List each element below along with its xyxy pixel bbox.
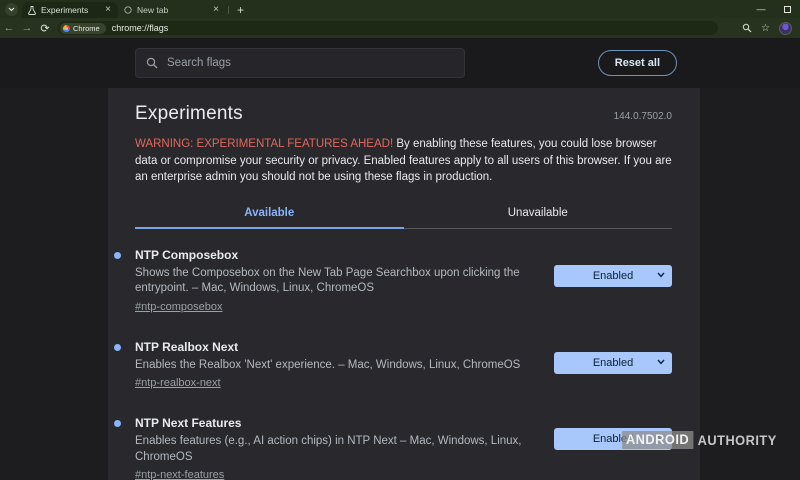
flag-name: NTP Composebox — [135, 248, 545, 262]
chevron-down-icon — [657, 359, 665, 365]
warning-highlight: WARNING: EXPERIMENTAL FEATURES AHEAD! — [135, 138, 393, 150]
tab-experiments[interactable]: Experiments × — [22, 2, 118, 18]
tab-strip: Experiments × New tab × + — — [0, 0, 800, 18]
watermark-android: ANDROID — [622, 431, 693, 449]
tab-title: New tab — [137, 5, 212, 15]
flag-text: NTP Composebox Shows the Composebox on t… — [135, 248, 545, 315]
flag-description: Shows the Composebox on the New Tab Page… — [135, 266, 545, 297]
flag-description: Enables features (e.g., AI action chips)… — [135, 434, 545, 465]
flag-permalink[interactable]: #ntp-composebox — [135, 301, 222, 313]
availability-tabs: Available Unavailable — [135, 200, 672, 229]
chevron-down-icon — [657, 272, 665, 278]
window-controls: — — [748, 0, 800, 18]
title-row: Experiments 144.0.7502.0 — [135, 103, 672, 125]
tab-title: Experiments — [41, 5, 104, 15]
warning-text: WARNING: EXPERIMENTAL FEATURES AHEAD! By… — [135, 136, 672, 186]
flag-description: Enables the Realbox 'Next' experience. –… — [135, 358, 545, 374]
lens-search-icon[interactable] — [742, 23, 752, 33]
forward-icon[interactable]: → — [18, 22, 36, 34]
flags-search-header: Reset all — [0, 38, 800, 88]
minimize-button[interactable]: — — [748, 0, 774, 18]
address-bar[interactable]: Chrome chrome://flags — [58, 21, 718, 35]
chevron-down-icon — [8, 7, 15, 12]
tab-available[interactable]: Available — [135, 200, 404, 229]
flag-bullet-icon — [114, 344, 121, 351]
flag-text: NTP Realbox Next Enables the Realbox 'Ne… — [135, 340, 545, 392]
flag-row-ntp-next-features: NTP Next Features Enables features (e.g.… — [135, 416, 672, 480]
browser-toolbar: ← → ⟳ Chrome chrome://flags ☆ — [0, 18, 800, 38]
watermark-authority: AUTHORITY — [698, 433, 777, 448]
tab-divider — [228, 6, 229, 14]
back-icon[interactable]: ← — [0, 22, 18, 34]
version-label: 144.0.7502.0 — [614, 111, 672, 122]
maximize-button[interactable] — [774, 0, 800, 18]
android-authority-watermark: ANDROID AUTHORITY — [622, 431, 777, 449]
browser-window: Experiments × New tab × + — ← → ⟳ Chr — [0, 0, 800, 480]
globe-icon — [124, 6, 132, 14]
search-icon — [146, 57, 158, 69]
flag-row-ntp-composebox: NTP Composebox Shows the Composebox on t… — [135, 248, 672, 315]
search-input[interactable] — [167, 57, 454, 69]
profile-avatar[interactable] — [779, 22, 792, 35]
flag-text: NTP Next Features Enables features (e.g.… — [135, 416, 545, 480]
site-chip-label: Chrome — [73, 24, 100, 33]
flags-search-box[interactable] — [135, 48, 465, 78]
flask-icon — [28, 6, 36, 15]
bookmark-star-icon[interactable]: ☆ — [761, 23, 770, 34]
site-chip[interactable]: Chrome — [60, 23, 106, 34]
flag-state-value: Enabled — [593, 270, 633, 282]
flag-permalink[interactable]: #ntp-next-features — [135, 469, 224, 480]
flag-name: NTP Next Features — [135, 416, 545, 430]
flag-row-ntp-realbox-next: NTP Realbox Next Enables the Realbox 'Ne… — [135, 340, 672, 392]
flag-bullet-icon — [114, 252, 121, 259]
flag-bullet-icon — [114, 420, 121, 427]
flag-state-select[interactable]: Enabled — [554, 352, 672, 374]
flag-state-select[interactable]: Enabled — [554, 265, 672, 287]
flag-name: NTP Realbox Next — [135, 340, 545, 354]
tab-close-icon[interactable]: × — [104, 6, 112, 14]
toolbar-actions: ☆ — [742, 22, 800, 35]
new-tab-button[interactable]: + — [237, 5, 244, 15]
reload-icon[interactable]: ⟳ — [36, 22, 54, 35]
flags-content: Experiments 144.0.7502.0 WARNING: EXPERI… — [108, 88, 700, 480]
flag-permalink[interactable]: #ntp-realbox-next — [135, 377, 221, 389]
page-title: Experiments — [135, 103, 243, 125]
tab-unavailable[interactable]: Unavailable — [404, 200, 673, 229]
flag-list: NTP Composebox Shows the Composebox on t… — [135, 248, 672, 480]
tab-search-button[interactable] — [5, 3, 18, 16]
reset-all-button[interactable]: Reset all — [598, 50, 677, 76]
flag-state-value: Enabled — [593, 357, 633, 369]
tab-close-icon[interactable]: × — [212, 6, 220, 14]
flags-page: Experiments 144.0.7502.0 WARNING: EXPERI… — [0, 88, 800, 480]
chrome-logo-icon — [63, 25, 70, 32]
url-text: chrome://flags — [112, 23, 169, 33]
tab-new-tab[interactable]: New tab × — [118, 2, 226, 18]
